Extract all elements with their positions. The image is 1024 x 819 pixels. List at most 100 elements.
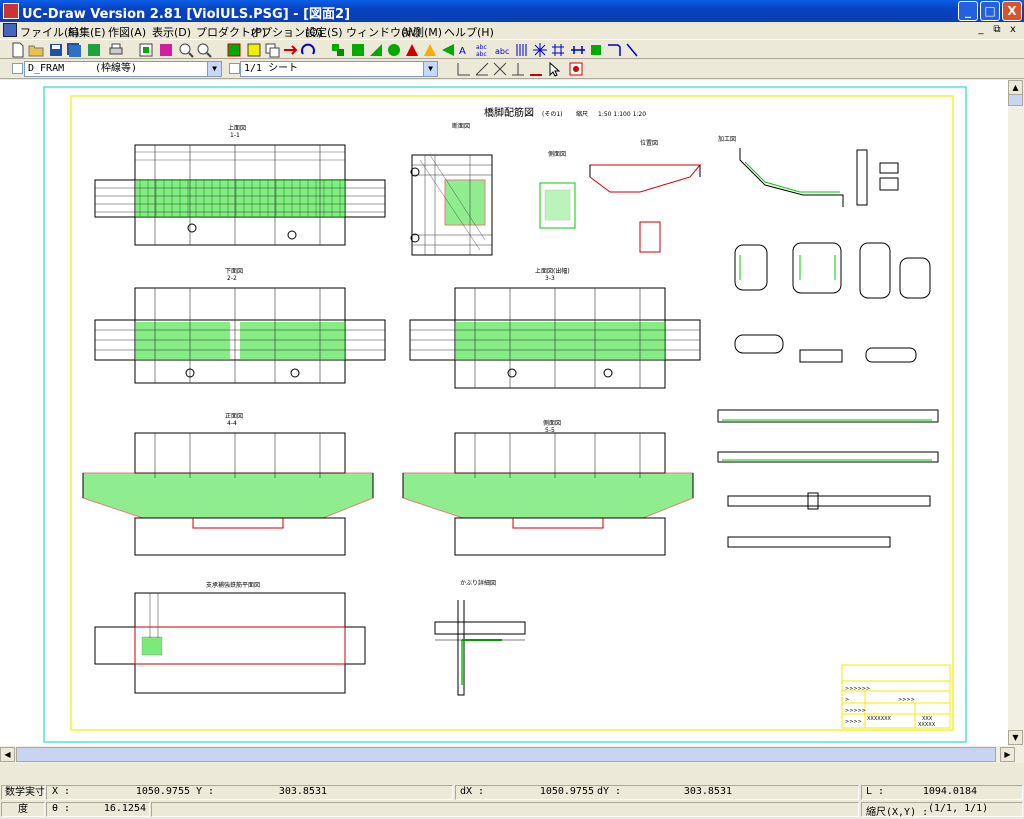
hook-icon[interactable] (624, 42, 640, 58)
view-top-3: 上面図(出幅) 3-3 (409, 267, 701, 389)
select-icon[interactable] (226, 42, 242, 58)
arc-icon[interactable] (404, 42, 420, 58)
circle-icon[interactable] (386, 42, 402, 58)
grid-icon[interactable] (550, 42, 566, 58)
l-label: L : (866, 786, 885, 797)
scale-values: 1:50 1:100 1:20 (598, 111, 646, 118)
sheet-title: 橋脚配筋図 (484, 106, 534, 119)
view-bottom-2: 下面図 2-2 (94, 268, 386, 384)
mode-indicator[interactable]: 数学実寸 (1, 785, 45, 800)
maximize-button[interactable]: □ (980, 1, 1000, 21)
scroll-down-button[interactable]: ▼ (1008, 730, 1023, 745)
horizontal-scrollbar[interactable]: ◀ ▶ (0, 746, 1024, 763)
text-icon[interactable]: A (458, 42, 474, 58)
drawing-canvas[interactable]: 橋脚配筋図 (その1) 縮尺 1:50 1:100 1:20 上面図 1-1 断… (0, 80, 1008, 746)
measure-icon[interactable] (570, 42, 586, 58)
chevron-down-icon[interactable]: ▼ (423, 62, 437, 76)
select-all-icon[interactable] (246, 42, 262, 58)
menu-view[interactable]: 表示(D) (152, 24, 191, 40)
layer-select[interactable]: D_FRAM (枠線等) ▼ (24, 61, 222, 77)
print-icon[interactable] (108, 42, 124, 58)
sheet-select[interactable]: 1/1 シート ▼ (240, 61, 438, 77)
scroll-left-button[interactable]: ◀ (0, 747, 15, 762)
menu-settings[interactable]: 設定(S) (305, 24, 343, 40)
horizontal-scroll-thumb[interactable] (16, 747, 996, 762)
svg-text:3-3: 3-3 (545, 275, 555, 282)
status-spacer (0, 763, 1024, 783)
line-icon[interactable] (330, 42, 346, 58)
save-all-icon[interactable] (66, 42, 82, 58)
snap-end-icon[interactable] (456, 61, 472, 77)
sheet-checkbox[interactable] (229, 63, 240, 74)
svg-text:正面図: 正面図 (225, 413, 243, 420)
open-folder-icon[interactable] (28, 42, 44, 58)
mdi-restore-button[interactable]: ⧉ (990, 23, 1004, 37)
snap-mid-icon[interactable] (474, 61, 490, 77)
svg-text:1-1: 1-1 (230, 132, 240, 139)
close-button[interactable]: X (1002, 1, 1022, 21)
l-value: 1094.0184 (922, 786, 977, 797)
save-icon[interactable] (48, 42, 64, 58)
svg-text:4-4: 4-4 (227, 420, 237, 427)
svg-text:かぶり詳細図: かぶり詳細図 (460, 579, 496, 587)
view-bending: 加工図 (718, 135, 931, 363)
view-front-4: 正面図 4-4 (82, 413, 374, 556)
menu-help[interactable]: ヘルプ(H) (444, 24, 494, 40)
move-icon[interactable] (282, 42, 298, 58)
svg-text:abc: abc (476, 44, 487, 51)
angle-unit-indicator[interactable]: 度 (1, 802, 45, 817)
scale-xy-label: 縮尺(X,Y) : (866, 807, 929, 818)
layer-desc: (枠線等) (95, 63, 138, 74)
bend-icon[interactable] (606, 42, 622, 58)
dy-label: dY : (597, 786, 622, 797)
chevron-down-icon[interactable]: ▼ (207, 62, 221, 76)
rect-icon[interactable] (368, 42, 384, 58)
vertical-scroll-thumb[interactable] (1008, 94, 1023, 106)
rotate-icon[interactable] (300, 42, 316, 58)
menu-draw[interactable]: 作図(A) (108, 24, 146, 40)
svg-text:abc: abc (476, 51, 487, 58)
svg-text:>: > (845, 697, 849, 703)
abc-text-icon[interactable]: abcabc (476, 42, 492, 58)
view-top-1: 上面図 1-1 (94, 124, 386, 246)
svg-text:上面図: 上面図 (228, 124, 246, 132)
layer-checkbox[interactable] (12, 63, 23, 74)
svg-text:断面図: 断面図 (452, 122, 470, 130)
new-file-icon[interactable] (10, 42, 26, 58)
scroll-right-button[interactable]: ▶ (1000, 747, 1015, 762)
copy-icon[interactable] (264, 42, 280, 58)
minimize-button[interactable]: _ (958, 1, 978, 21)
view-section: 断面図 (410, 122, 493, 256)
mdi-minimize-button[interactable]: _ (974, 23, 988, 37)
export-icon[interactable] (86, 42, 102, 58)
dxdy-panel (455, 785, 859, 800)
view-rebar-strips (717, 409, 939, 548)
hatch-icon[interactable] (440, 42, 456, 58)
message-panel (151, 802, 859, 817)
zoom-window-icon[interactable] (138, 42, 154, 58)
fill-icon[interactable] (588, 42, 604, 58)
svg-text:側面図: 側面図 (548, 150, 566, 158)
zoom-all-icon[interactable] (158, 42, 174, 58)
menu-measure[interactable]: 計測(M) (402, 24, 442, 40)
dim-icon[interactable] (422, 42, 438, 58)
explode-icon[interactable] (532, 42, 548, 58)
zoom-out-icon[interactable] (196, 42, 212, 58)
app-icon[interactable] (3, 3, 19, 19)
snap-perp-icon[interactable] (510, 61, 526, 77)
snap-int-icon[interactable] (492, 61, 508, 77)
mdi-close-button[interactable]: x (1006, 23, 1020, 37)
svg-text:加工図: 加工図 (718, 135, 736, 143)
snap-near-icon[interactable] (528, 61, 544, 77)
font-icon[interactable]: abc (494, 42, 510, 58)
snap-settings-icon[interactable] (568, 61, 584, 77)
status-bar-angle: 度 θ : 16.1254 縮尺(X,Y) : (1/1, 1/1) (0, 801, 1024, 818)
menu-edit[interactable]: 編集(E) (68, 24, 106, 40)
vertical-scrollbar[interactable]: ▲ ▼ (1008, 80, 1024, 746)
cursor-icon[interactable] (546, 61, 562, 77)
rebar-icon[interactable] (514, 42, 530, 58)
zoom-in-icon[interactable] (178, 42, 194, 58)
scroll-up-button[interactable]: ▲ (1008, 80, 1023, 95)
document-icon[interactable] (3, 23, 17, 37)
polyline-icon[interactable] (350, 42, 366, 58)
